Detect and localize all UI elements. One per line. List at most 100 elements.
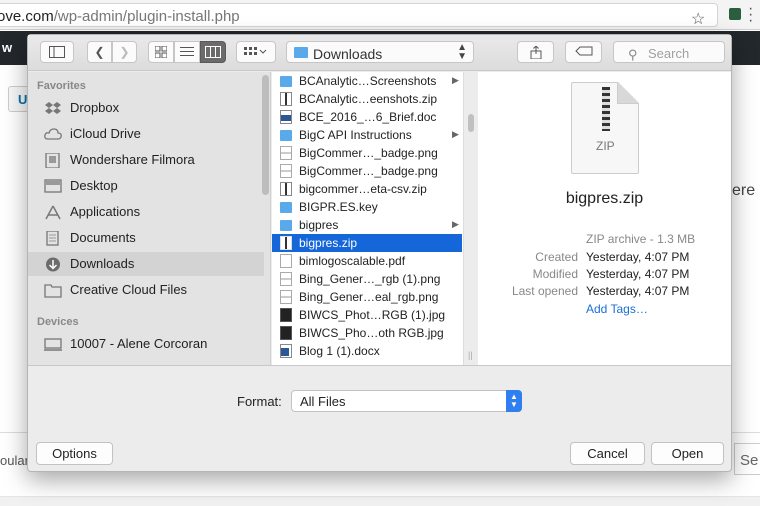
search-field[interactable]: ⚲ Search bbox=[613, 41, 725, 63]
file-name: bigcommer…eta-csv.zip bbox=[299, 182, 427, 196]
arrange-button[interactable] bbox=[236, 41, 276, 63]
options-button[interactable]: Options bbox=[36, 442, 113, 465]
preview-pane: ZIP bigpres.zip ZIP archive - 1.3 MB Cre… bbox=[478, 72, 731, 365]
sidebar-item-downloads[interactable]: Downloads bbox=[28, 252, 264, 276]
sidebar-item-desktop[interactable]: Desktop bbox=[28, 174, 264, 198]
app-icon bbox=[45, 153, 60, 168]
file-row[interactable]: BIGPR.ES.key bbox=[272, 198, 462, 216]
sidebar-item-icloud-drive[interactable]: iCloud Drive bbox=[28, 122, 264, 146]
chevron-right-icon: ▶ bbox=[452, 129, 459, 139]
sidebar-item-label: Downloads bbox=[70, 256, 135, 271]
chevron-left-icon: ❮ bbox=[94, 45, 105, 59]
forward-button[interactable]: ❯ bbox=[112, 41, 137, 63]
sidebar-item-label: Wondershare Filmora bbox=[70, 152, 195, 167]
zip-file-icon bbox=[280, 236, 292, 250]
file-name: BIGPR.ES.key bbox=[299, 200, 378, 214]
list-view-button[interactable] bbox=[174, 41, 200, 63]
back-button[interactable]: ❮ bbox=[87, 41, 112, 63]
keynote-file-icon bbox=[280, 202, 292, 213]
file-row[interactable]: BigCommer…_badge.png bbox=[272, 162, 462, 180]
cloud-icon bbox=[44, 128, 62, 140]
downloads-icon bbox=[46, 257, 60, 272]
star-icon[interactable]: ☆ bbox=[691, 9, 705, 29]
updown-arrows-icon: ▲ ▼ bbox=[457, 42, 467, 62]
column-resize-handle[interactable]: || bbox=[468, 350, 473, 360]
sidebar-item-label: Desktop bbox=[70, 178, 118, 193]
format-select[interactable]: All Files ▲ ▼ bbox=[291, 390, 522, 412]
desktop-icon bbox=[44, 179, 62, 193]
open-button[interactable]: Open bbox=[651, 442, 724, 465]
file-row[interactable]: BigCommer…_badge.png bbox=[272, 144, 462, 162]
file-row[interactable]: Bing_Gener…eal_rgb.png bbox=[272, 288, 462, 306]
file-row[interactable]: BCE_2016_…6_Brief.doc bbox=[272, 108, 462, 126]
file-name: bigpres.zip bbox=[299, 236, 358, 250]
search-placeholder: Search bbox=[648, 46, 690, 61]
file-column-scrollbar[interactable] bbox=[468, 114, 474, 132]
file-name: BCAnalytic…eenshots.zip bbox=[299, 92, 438, 106]
file-row[interactable]: BIWCS_Pho…oth RGB.jpg bbox=[272, 324, 462, 342]
jpg-file-icon bbox=[280, 326, 292, 340]
file-name: BigC API Instructions bbox=[299, 128, 412, 142]
sidebar-item-creative-cloud-files[interactable]: Creative Cloud Files bbox=[28, 278, 264, 302]
popular-tab[interactable]: oular bbox=[0, 453, 29, 468]
sidebar-item-applications[interactable]: Applications bbox=[28, 200, 264, 224]
file-row[interactable]: bigcommer…eta-csv.zip bbox=[272, 180, 462, 198]
format-value: All Files bbox=[300, 394, 346, 409]
location-label: Downloads bbox=[313, 46, 383, 62]
file-row[interactable]: Bing_Gener…_rgb (1).png bbox=[272, 270, 462, 288]
tags-button[interactable] bbox=[565, 41, 602, 63]
dialog-toolbar: ❮ ❯ Downloads ▲ ▼ ⚲ Search bbox=[28, 35, 731, 71]
tag-icon bbox=[574, 46, 592, 56]
image-file-icon bbox=[280, 146, 292, 160]
url-path: /wp-admin/plugin-install.php bbox=[53, 8, 240, 25]
file-row[interactable]: BigC API Instructions ▶ bbox=[272, 126, 462, 144]
image-file-icon bbox=[280, 164, 292, 178]
share-button[interactable] bbox=[517, 41, 554, 63]
file-row[interactable]: BCAnalytic…Screenshots ▶ bbox=[272, 72, 462, 90]
folder-icon bbox=[280, 130, 292, 141]
zipper-icon bbox=[602, 87, 610, 131]
file-column: BCAnalytic…Screenshots ▶ BCAnalytic…eens… bbox=[272, 72, 464, 365]
file-row[interactable]: BCAnalytic…eenshots.zip bbox=[272, 90, 462, 108]
sidebar-item-documents[interactable]: Documents bbox=[28, 226, 264, 250]
add-tags-link[interactable]: Add Tags… bbox=[586, 302, 648, 316]
icon-view-button[interactable] bbox=[148, 41, 174, 63]
cancel-button[interactable]: Cancel bbox=[570, 442, 645, 465]
applications-icon bbox=[45, 205, 61, 220]
image-file-icon bbox=[280, 272, 292, 286]
location-popup[interactable]: Downloads ▲ ▼ bbox=[286, 41, 474, 63]
sidebar-item-computer[interactable]: 10007 - Alene Corcoran bbox=[28, 332, 264, 356]
documents-icon bbox=[46, 231, 59, 246]
modified-label: Modified bbox=[532, 267, 578, 281]
preview-filename: bigpres.zip bbox=[565, 190, 644, 207]
file-name: Blog 1 (1).docx bbox=[299, 344, 380, 358]
browser-toolbar: ove.com/wp-admin/plugin-install.php ☆ · ·… bbox=[0, 0, 760, 30]
browser-menu-icon[interactable]: · · · bbox=[748, 1, 753, 29]
sidebar-icon bbox=[49, 46, 65, 58]
sidebar-item-dropbox[interactable]: Dropbox bbox=[28, 96, 264, 120]
chevron-right-icon: ▶ bbox=[452, 219, 459, 229]
address-bar[interactable]: ove.com/wp-admin/plugin-install.php ☆ bbox=[0, 3, 718, 29]
sidebar-item-label: Dropbox bbox=[70, 100, 120, 115]
image-file-icon bbox=[280, 290, 292, 304]
favorites-header: Favorites bbox=[37, 80, 86, 92]
folder-icon bbox=[294, 47, 308, 58]
file-name: BCE_2016_…6_Brief.doc bbox=[299, 110, 437, 124]
sidebar-toggle-button[interactable] bbox=[40, 41, 74, 63]
file-row[interactable]: bimlogoscalable.pdf bbox=[272, 252, 462, 270]
sidebar-item-wondershare-filmora[interactable]: Wondershare Filmora bbox=[28, 148, 264, 172]
file-name: BIWCS_Phot…RGB (1).jpg bbox=[299, 308, 446, 322]
file-row-selected[interactable]: bigpres.zip bbox=[272, 234, 462, 252]
file-name: Bing_Gener…eal_rgb.png bbox=[299, 290, 439, 304]
folder-icon bbox=[280, 220, 292, 231]
sidebar-item-label: Documents bbox=[70, 230, 136, 245]
sidebar: Favorites Dropbox iCloud Drive Wondersha… bbox=[28, 72, 271, 365]
devices-header: Devices bbox=[37, 316, 79, 328]
column-view-button[interactable] bbox=[200, 41, 226, 63]
file-row[interactable]: Blog 1 (1).docx bbox=[272, 342, 462, 360]
extension-icon[interactable] bbox=[729, 8, 741, 20]
chevron-right-icon: ▶ bbox=[452, 75, 459, 85]
file-row[interactable]: BIWCS_Phot…RGB (1).jpg bbox=[272, 306, 462, 324]
plugin-search-input[interactable]: Se bbox=[734, 443, 760, 475]
file-row[interactable]: bigpres ▶ bbox=[272, 216, 462, 234]
